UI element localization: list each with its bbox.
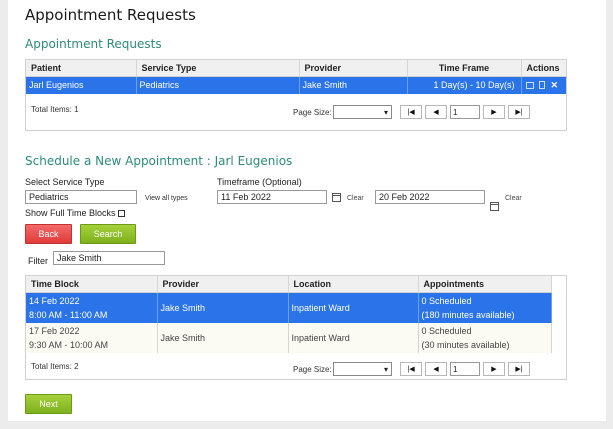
cell-provider: Jake Smith — [299, 76, 408, 94]
time-blocks-grid: Time Block Provider Location Appointment… — [25, 275, 567, 380]
schedule-section-title: Schedule a New Appointment : Jarl Eugeni… — [25, 154, 293, 168]
requests-table: Patient Service Type Provider Time Frame… — [26, 60, 566, 94]
col-provider[interactable]: Provider — [299, 60, 408, 77]
service-type-label: Select Service Type — [25, 177, 105, 187]
calendar-icon[interactable] — [490, 202, 499, 211]
blocks-page-size-select[interactable]: ▾ — [333, 362, 392, 376]
scheduled-count: 0 Scheduled — [421, 295, 472, 306]
table-row[interactable]: Jarl Eugenios Pediatrics Jake Smith 1 Da… — [26, 76, 566, 94]
col-provider[interactable]: Provider — [157, 276, 289, 293]
clear-from-link[interactable]: Clear — [347, 195, 364, 202]
time-block-date: 14 Feb 2022 — [29, 295, 80, 306]
prev-page-icon[interactable]: ◀ — [425, 105, 447, 119]
next-page-icon[interactable]: ▶ — [483, 105, 505, 119]
blocks-total-items: Total Items: 2 — [31, 362, 79, 371]
service-type-input[interactable]: Pediatrics — [25, 190, 137, 204]
last-page-icon[interactable]: ▶| — [508, 362, 530, 376]
col-location[interactable]: Location — [288, 276, 419, 293]
page: Appointment Requests Appointment Request… — [8, 0, 606, 421]
document-icon[interactable] — [539, 81, 546, 90]
calendar-icon[interactable] — [332, 193, 341, 202]
timeframe-label: Timeframe (Optional) — [217, 177, 302, 187]
chevron-down-icon: ▾ — [383, 364, 388, 374]
table-row[interactable]: 17 Feb 2022 9:30 AM - 10:00 AM Jake Smit… — [26, 322, 566, 353]
filter-label: Filter — [28, 256, 48, 266]
cell-time-block: 17 Feb 2022 9:30 AM - 10:00 AM — [26, 322, 158, 353]
cell-provider: Jake Smith — [157, 322, 289, 353]
close-icon[interactable]: ✕ — [551, 80, 559, 91]
col-appointments[interactable]: Appointments — [418, 276, 552, 293]
requests-total-items: Total Items: 1 — [31, 105, 79, 114]
col-patient[interactable]: Patient — [26, 60, 137, 77]
cell-patient: Jarl Eugenios — [26, 76, 137, 94]
row-spacer — [551, 322, 566, 353]
row-spacer — [551, 292, 566, 323]
col-time-block[interactable]: Time Block — [26, 276, 158, 293]
clear-to-link[interactable]: Clear — [505, 195, 522, 202]
search-button[interactable]: Search — [80, 224, 136, 244]
cell-location: Inpatient Ward — [288, 322, 419, 353]
blocks-page-input[interactable]: 1 — [450, 362, 480, 376]
minutes-available: (180 minutes available) — [421, 309, 515, 320]
prev-page-icon[interactable]: ◀ — [425, 362, 447, 376]
calendar-icon[interactable] — [525, 81, 534, 89]
col-time-frame[interactable]: Time Frame — [407, 60, 522, 77]
requests-grid: Patient Service Type Provider Time Frame… — [25, 59, 567, 131]
blocks-pager: |◀ ◀ 1 ▶ ▶| — [400, 362, 533, 376]
time-block-time: 9:30 AM - 10:00 AM — [29, 339, 109, 350]
show-full-time-blocks-label: Show Full Time Blocks — [25, 208, 116, 218]
show-full-time-blocks: Show Full Time Blocks — [25, 208, 126, 218]
show-full-time-blocks-checkbox[interactable] — [118, 210, 126, 218]
filter-input[interactable]: Jake Smith — [53, 251, 165, 265]
cell-service-type: Pediatrics — [136, 76, 300, 94]
requests-section-title: Appointment Requests — [25, 37, 162, 51]
blocks-page-size-label: Page Size: — [293, 365, 332, 374]
page-title: Appointment Requests — [25, 6, 196, 24]
cell-provider: Jake Smith — [157, 292, 289, 323]
date-from-input[interactable]: 11 Feb 2022 — [217, 190, 327, 204]
first-page-icon[interactable]: |◀ — [400, 105, 422, 119]
last-page-icon[interactable]: ▶| — [508, 105, 530, 119]
minutes-available: (30 minutes available) — [421, 339, 510, 350]
requests-page-input[interactable]: 1 — [450, 105, 480, 119]
view-all-types-link[interactable]: View all types — [145, 195, 188, 202]
cell-time-frame: 1 Day(s) - 10 Day(s) — [407, 76, 522, 94]
header-spacer — [551, 276, 566, 293]
cell-appointments: 0 Scheduled (180 minutes available) — [418, 292, 552, 323]
next-page-icon[interactable]: ▶ — [483, 362, 505, 376]
cell-actions: ✕ — [521, 76, 566, 94]
date-to-input[interactable]: 20 Feb 2022 — [375, 190, 485, 204]
requests-page-size-label: Page Size: — [293, 108, 332, 117]
scheduled-count: 0 Scheduled — [421, 325, 472, 336]
cell-time-block: 14 Feb 2022 8:00 AM - 11:00 AM — [26, 292, 158, 323]
col-actions: Actions — [521, 60, 566, 77]
time-block-date: 17 Feb 2022 — [29, 325, 80, 336]
cell-appointments: 0 Scheduled (30 minutes available) — [418, 322, 552, 353]
table-row[interactable]: 14 Feb 2022 8:00 AM - 11:00 AM Jake Smit… — [26, 292, 566, 323]
time-blocks-table: Time Block Provider Location Appointment… — [26, 276, 566, 353]
back-button[interactable]: Back — [25, 224, 72, 244]
cell-location: Inpatient Ward — [288, 292, 419, 323]
requests-page-size-select[interactable]: ▾ — [333, 105, 392, 119]
chevron-down-icon: ▾ — [383, 107, 388, 117]
col-service-type[interactable]: Service Type — [136, 60, 300, 77]
requests-pager: |◀ ◀ 1 ▶ ▶| — [400, 105, 533, 119]
first-page-icon[interactable]: |◀ — [400, 362, 422, 376]
next-button[interactable]: Next — [25, 394, 72, 414]
time-block-time: 8:00 AM - 11:00 AM — [29, 309, 108, 320]
